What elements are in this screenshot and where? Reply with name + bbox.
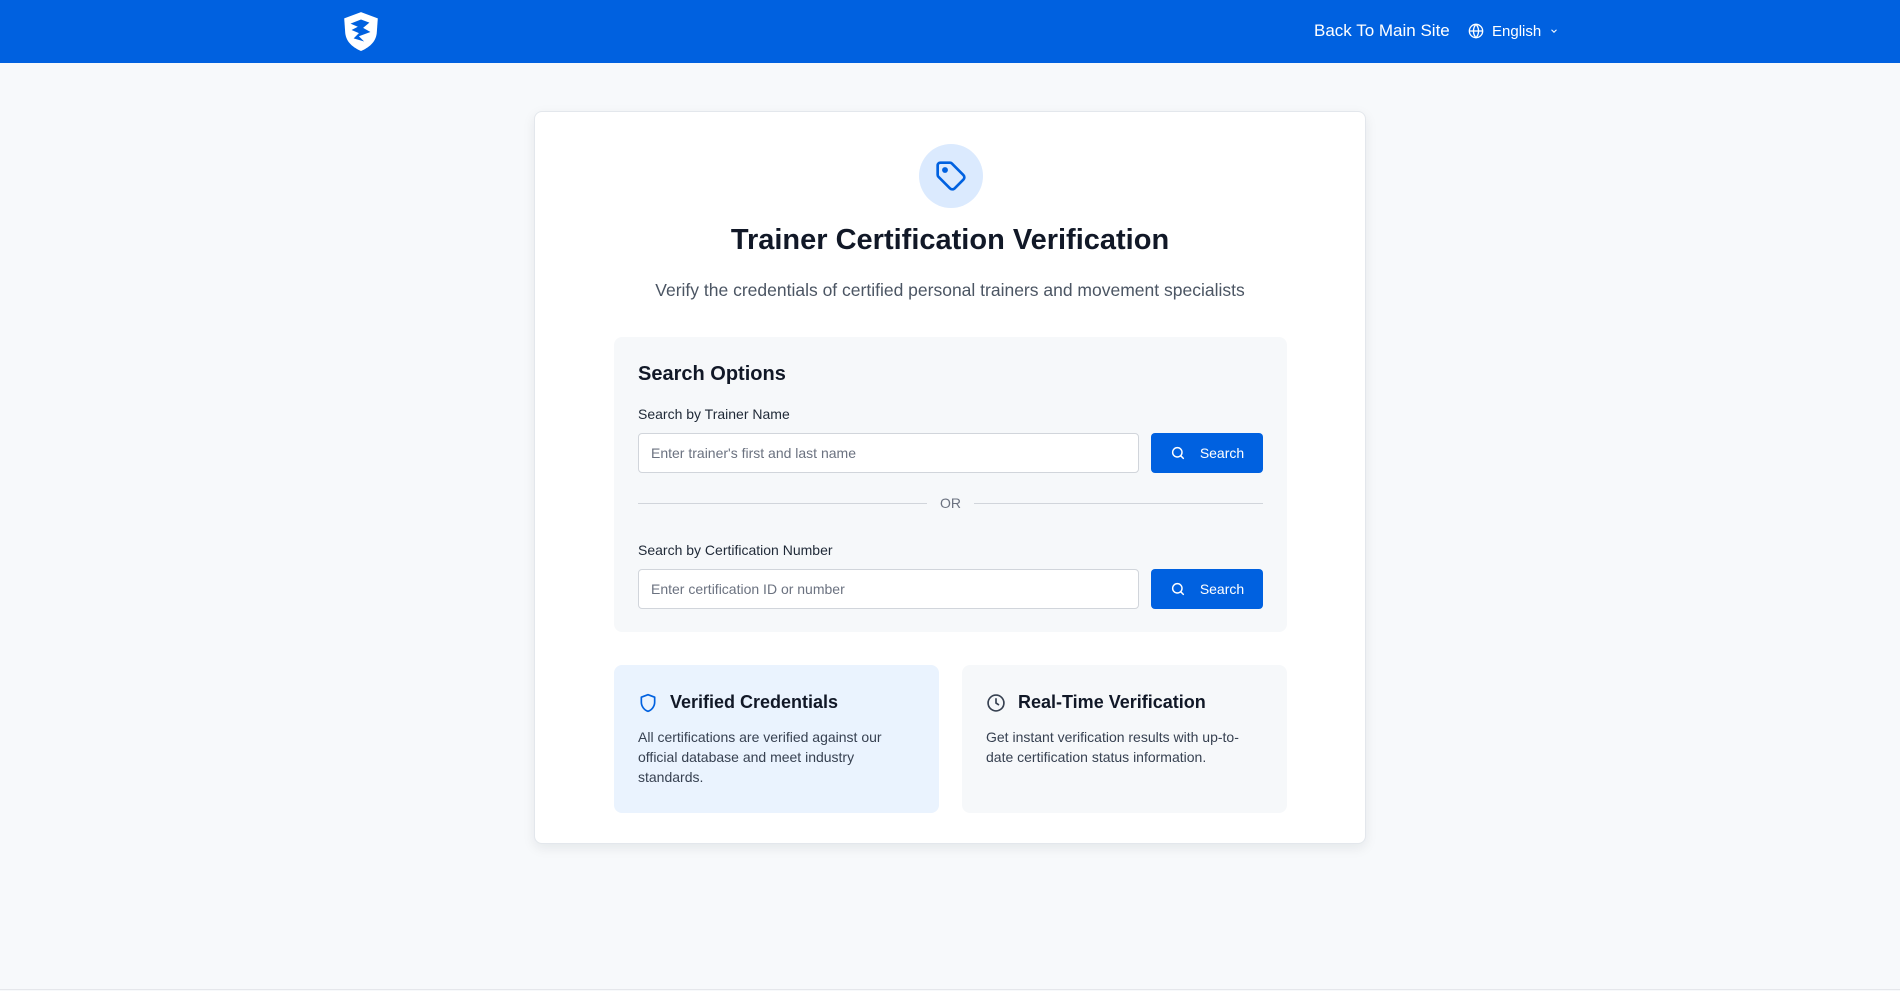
top-navigation-bar: Back To Main Site English [0, 0, 1900, 63]
search-options-heading: Search Options [638, 363, 786, 385]
language-selector[interactable]: English [1468, 20, 1559, 42]
language-label: English [1492, 22, 1542, 40]
feature-title: Real-Time Verification [1018, 692, 1206, 712]
page-subtitle: Verify the credentials of certified pers… [655, 280, 1245, 300]
search-icon [1171, 582, 1184, 596]
tag-icon [936, 161, 966, 191]
certification-number-label: Search by Certification Number [638, 542, 833, 558]
certification-number-input[interactable] [638, 569, 1139, 609]
search-by-certification-button[interactable]: Search [1151, 569, 1263, 609]
page-title: Trainer Certification Verification [730, 224, 1170, 256]
search-options-panel: Search Options Search by Trainer Name Se… [614, 337, 1287, 632]
verified-credentials-card: Verified Credentials All certifications … [614, 665, 939, 813]
or-label: OR [940, 495, 961, 511]
divider-line-right [974, 502, 1263, 504]
search-button-label: Search [1199, 581, 1245, 597]
feature-title: Verified Credentials [670, 692, 839, 712]
globe-icon [1468, 23, 1484, 39]
or-divider: OR [638, 495, 1263, 511]
real-time-verification-card: Real-Time Verification Get instant verif… [962, 665, 1287, 813]
feature-description: Get instant verification results with up… [986, 729, 1239, 765]
search-by-name-button[interactable]: Search [1151, 433, 1263, 473]
trainer-name-input[interactable] [638, 433, 1139, 473]
search-icon [1171, 446, 1184, 460]
clock-icon [987, 693, 1005, 712]
back-to-main-site-link[interactable]: Back To Main Site [1314, 20, 1450, 42]
shield-icon [640, 693, 656, 712]
divider-line-left [638, 502, 927, 504]
verification-card: Trainer Certification Verification Verif… [534, 111, 1366, 844]
hero-icon-circle [919, 144, 983, 208]
search-button-label: Search [1199, 445, 1245, 461]
shield-logo-icon[interactable] [340, 10, 382, 52]
feature-description: All certifications are verified against … [638, 729, 882, 785]
chevron-down-icon [1551, 29, 1558, 33]
footer-divider [0, 989, 1900, 990]
trainer-name-label: Search by Trainer Name [638, 406, 790, 422]
